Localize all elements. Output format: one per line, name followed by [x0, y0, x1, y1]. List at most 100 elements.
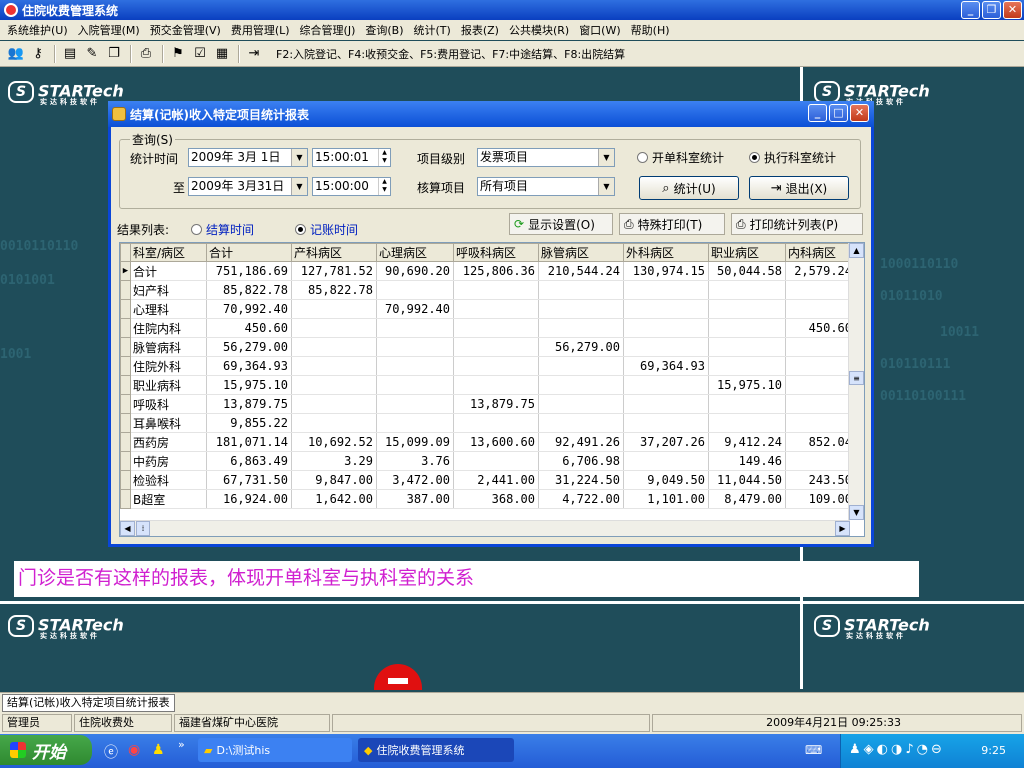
tray-icons[interactable]: ♟◈◐◑♪◔⊖ [849, 742, 945, 757]
table-row[interactable]: 住院外科 69,364.93 69,364.93 [120, 356, 856, 376]
scroll-thumb[interactable]: ≡ [849, 371, 864, 385]
menu-item-admission[interactable]: 入院管理(M) [73, 22, 145, 38]
radio-settle-time[interactable]: 结算时间 [191, 221, 254, 238]
column-header[interactable]: 心理病区 [376, 243, 454, 262]
start-button[interactable]: 开始 [0, 735, 92, 765]
printer-icon[interactable]: ⎙ [136, 44, 156, 64]
menu-item-help[interactable]: 帮助(H) [626, 22, 675, 38]
ie-icon[interactable]: ⓔ [104, 742, 118, 762]
row-indicator [120, 413, 131, 433]
column-header[interactable]: 科室/病区 [130, 243, 207, 262]
document-icon[interactable]: ▤ [60, 44, 80, 64]
row-dept-cell: 耳鼻喉科 [130, 413, 207, 433]
info-bar: 管理员 住院收费处 福建省煤矿中心医院 2009年4月21日 09:25:33 [0, 712, 1024, 734]
restore-button[interactable]: ❐ [982, 1, 1001, 19]
table-row[interactable]: 耳鼻喉科 9,855.22 [120, 413, 856, 433]
datetime-cell: 2009年4月21日 09:25:33 [652, 714, 1022, 732]
checklist-icon[interactable]: ☑ [190, 44, 210, 64]
scroll-down-icon[interactable]: ▼ [849, 505, 864, 520]
row-amount-cell: 6,863.49 [206, 451, 292, 471]
display-settings-button[interactable]: ⟳ 显示设置(O) [509, 213, 613, 235]
column-header[interactable]: 职业病区 [708, 243, 786, 262]
row-amount-cell [291, 299, 377, 319]
calculator-icon[interactable]: ▦ [212, 44, 232, 64]
radio-order-dept[interactable]: 开单科室统计 [637, 149, 724, 166]
row-amount-cell [291, 375, 377, 395]
column-header[interactable]: 外科病区 [623, 243, 709, 262]
audit-item-select[interactable]: 所有项目 ▼ [477, 177, 615, 196]
column-header[interactable]: 内科病区 [785, 243, 856, 262]
chevron-down-icon[interactable]: ▼ [598, 149, 614, 166]
date-to-picker[interactable]: 2009年 3月31日 ▼ [188, 177, 308, 196]
row-amount-cell: 181,071.14 [206, 432, 292, 452]
menu-item-fees[interactable]: 费用管理(L) [226, 22, 295, 38]
table-row[interactable]: B超室 16,924.00 1,642.00 387.00 368.00 4,722.00… [120, 489, 856, 509]
chevron-down-icon[interactable]: ▼ [598, 178, 614, 195]
radio-bill-time[interactable]: 记账时间 [295, 221, 358, 238]
binary-decoration: 00110100111 [880, 389, 967, 404]
vertical-scrollbar[interactable]: ▲ ≡ ▼ [848, 243, 864, 520]
exit-button[interactable]: ⇥ 退出(X) [749, 176, 849, 200]
dialog-maximize-button[interactable]: □ [829, 104, 848, 122]
table-row[interactable]: 呼吸科 13,879.75 13,879.75 [120, 394, 856, 414]
messenger-icon[interactable]: ♟ [152, 742, 165, 758]
minimize-button[interactable]: _ [961, 1, 980, 19]
spinner-icon[interactable]: ▲ ▼ [378, 178, 390, 195]
table-row[interactable]: 西药房 181,071.14 10,692.52 15,099.09 13,600.60… [120, 432, 856, 452]
window-tab[interactable]: 结算(记帐)收入特定项目统计报表 [2, 694, 175, 712]
special-print-button[interactable]: ⎙ 特殊打印(T) [619, 213, 725, 235]
menu-item-query[interactable]: 查询(B) [360, 22, 408, 38]
dialog-close-button[interactable]: ✕ [850, 104, 869, 122]
toolbar: 👥 ⚷ ▤ ✎ ❐ ⎙ ⚑ ☑ ▦ ⇥ F2:入院登记、F4:收预交金、F5:费… [0, 41, 1024, 67]
menu-item-reports[interactable]: 报表(Z) [456, 22, 504, 38]
table-row[interactable]: 妇产科 85,822.78 85,822.78 [120, 280, 856, 300]
column-header[interactable]: 合计 [206, 243, 292, 262]
scroll-right-icon[interactable]: ▶ [835, 521, 850, 536]
close-button[interactable]: ✕ [1003, 1, 1022, 19]
column-header[interactable]: 脉管病区 [538, 243, 624, 262]
item-level-select[interactable]: 发票项目 ▼ [477, 148, 615, 167]
date-from-picker[interactable]: 2009年 3月 1日 ▼ [188, 148, 308, 167]
stamp-icon[interactable]: ⚑ [168, 44, 188, 64]
menu-item-statistics[interactable]: 统计(T) [409, 22, 456, 38]
column-header[interactable]: 产科病区 [291, 243, 377, 262]
quicklaunch-more-icon[interactable]: » [178, 738, 185, 751]
print-list-button[interactable]: ⎙ 打印统计列表(P) [731, 213, 863, 235]
time-to-field[interactable]: 15:00:00 ▲ ▼ [312, 177, 391, 196]
menu-item-general[interactable]: 综合管理(J) [295, 22, 361, 38]
scroll-thumb-h[interactable]: ⁞ [136, 521, 150, 536]
media-icon[interactable]: ◉ [128, 742, 140, 758]
chevron-down-icon[interactable]: ▼ [291, 178, 307, 195]
spinner-icon[interactable]: ▲ ▼ [378, 149, 390, 166]
scroll-up-icon[interactable]: ▲ [849, 243, 864, 258]
horizontal-scrollbar[interactable]: ◀ ⁞ ▶ [120, 520, 850, 536]
table-row[interactable]: 心理科 70,992.40 70,992.40 [120, 299, 856, 319]
dialog-minimize-button[interactable]: _ [808, 104, 827, 122]
column-header[interactable]: 呼吸科病区 [453, 243, 539, 262]
row-indicator [120, 356, 131, 376]
edit-icon[interactable]: ✎ [82, 44, 102, 64]
table-row[interactable]: 检验科 67,731.50 9,847.00 3,472.00 2,441.00 31,2… [120, 470, 856, 490]
stat-button[interactable]: ⌕ 统计(U) [639, 176, 739, 200]
menu-item-public[interactable]: 公共模块(R) [504, 22, 574, 38]
table-row[interactable]: 脉管病科 56,279.00 56,279.00 [120, 337, 856, 357]
users-icon[interactable]: 👥 [6, 44, 26, 64]
taskbar-folder[interactable]: ▰ D:\测试his [198, 738, 352, 762]
time-from-field[interactable]: 15:00:01 ▲ ▼ [312, 148, 391, 167]
menu-item-window[interactable]: 窗口(W) [574, 22, 625, 38]
table-row[interactable]: 中药房 6,863.49 3.29 3.76 6,706.98 149.46 [120, 451, 856, 471]
taskbar-app[interactable]: ◆ 住院收费管理系统 [358, 738, 514, 762]
menu-item-deposit[interactable]: 预交金管理(V) [145, 22, 226, 38]
scroll-left-icon[interactable]: ◀ [120, 521, 135, 536]
menu-item-system[interactable]: 系统维护(U) [2, 22, 73, 38]
keyboard-icon[interactable]: ⌨ [805, 743, 822, 757]
exit-icon[interactable]: ⇥ [244, 44, 264, 64]
copy-icon[interactable]: ❐ [104, 44, 124, 64]
radio-exec-dept[interactable]: 执行科室统计 [749, 149, 836, 166]
table-row[interactable]: 职业病科 15,975.10 15,975.10 [120, 375, 856, 395]
key-icon[interactable]: ⚷ [28, 44, 48, 64]
table-row[interactable]: ▶ 合计 751,186.69 127,781.52 90,690.20 125,806.… [120, 261, 856, 281]
chevron-down-icon[interactable]: ▼ [291, 149, 307, 166]
row-amount-cell [708, 394, 786, 414]
table-row[interactable]: 住院内科 450.60 450.60 [120, 318, 856, 338]
